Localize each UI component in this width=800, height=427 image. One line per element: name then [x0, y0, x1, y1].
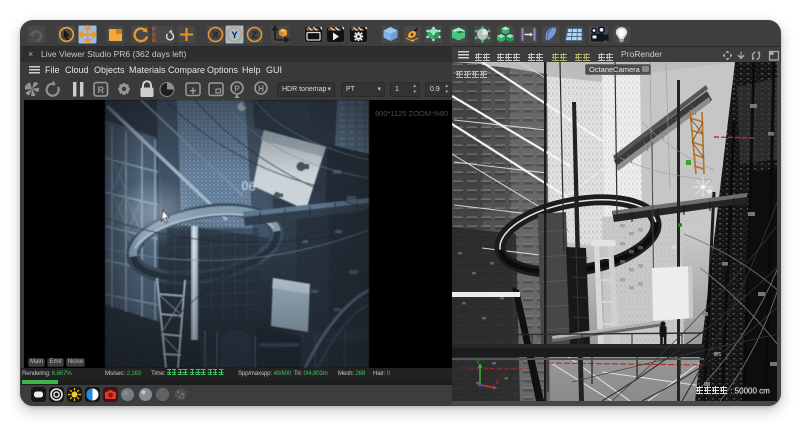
svg-text:Y: Y: [231, 30, 238, 41]
svg-text:Y: Y: [476, 360, 480, 366]
svg-text:R: R: [97, 85, 104, 95]
svg-text:X: X: [212, 30, 219, 41]
svg-text:X: X: [496, 380, 500, 386]
svg-text:H: H: [258, 84, 264, 93]
svg-text:R: R: [152, 38, 156, 44]
svg-text:Z: Z: [252, 30, 258, 41]
svg-text:P: P: [234, 84, 240, 93]
